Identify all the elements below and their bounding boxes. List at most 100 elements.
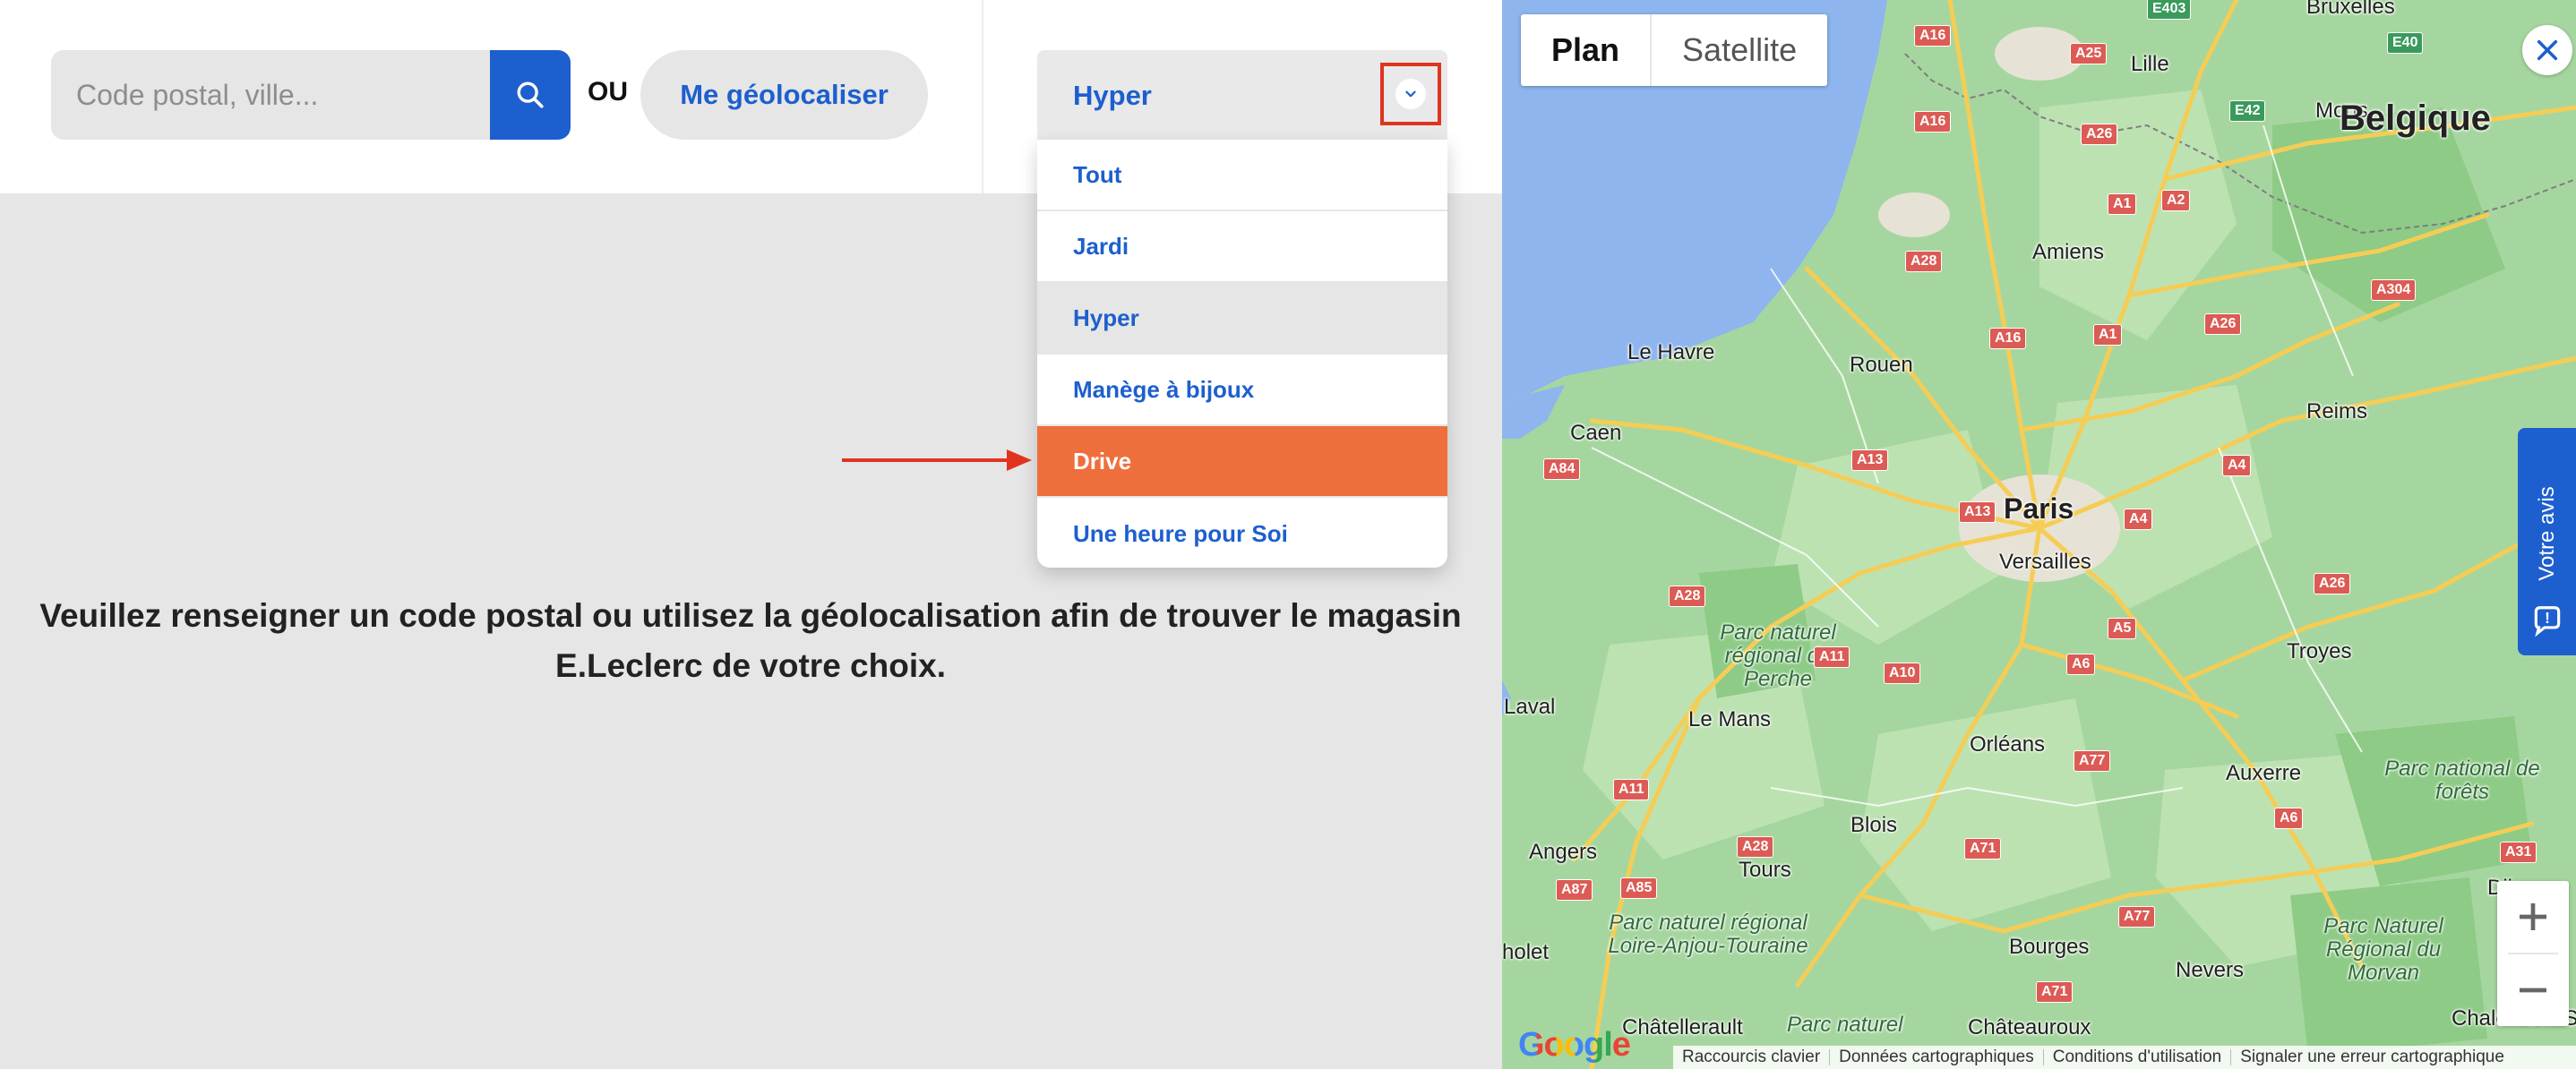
map-label-parc-morvan: Parc Naturel Régional du Morvan — [2323, 914, 2443, 985]
close-map-button[interactable] — [2522, 25, 2572, 75]
map-label-blois: Blois — [1850, 813, 1898, 837]
zoom-out-button[interactable] — [2497, 954, 2569, 1026]
dropdown-option-manege-a-bijoux[interactable]: Manège à bijoux — [1037, 355, 1447, 426]
road-shield: A26 — [2314, 573, 2351, 594]
map-label-chatellerault: Châtellerault — [1622, 1015, 1743, 1039]
map-label-troyes: Troyes — [2287, 639, 2352, 663]
road-shield: A10 — [1884, 663, 1921, 684]
store-type-dropdown: Tout Jardi Hyper Manège à bijoux Drive U… — [1037, 140, 1447, 568]
map-data-link[interactable]: Données cartographiques — [1830, 1048, 2043, 1067]
map-label-auxerre: Auxerre — [2226, 761, 2302, 785]
road-shield: A4 — [2124, 509, 2153, 530]
search-icon — [517, 81, 544, 108]
map-label-rouen: Rouen — [1850, 353, 1913, 377]
road-shield: E40 — [2387, 32, 2424, 54]
feedback-label: Votre avis — [2535, 486, 2559, 581]
road-shield: A13 — [1851, 449, 1889, 471]
map-type-satellite[interactable]: Satellite — [1652, 14, 1827, 86]
terms-link[interactable]: Conditions d'utilisation — [2044, 1048, 2230, 1067]
map-label-le-havre: Le Havre — [1627, 340, 1715, 364]
map-label-bourges: Bourges — [2009, 935, 2090, 959]
map-label-lille: Lille — [2131, 52, 2169, 76]
road-shield: A2 — [2161, 190, 2191, 211]
map-label-chateauroux: Châteauroux — [1968, 1015, 2091, 1039]
road-shield: A77 — [2074, 750, 2111, 772]
instruction-line-2: E.Leclerc de votre choix. — [555, 647, 946, 684]
search-button[interactable] — [490, 50, 571, 140]
minus-icon — [2520, 988, 2546, 993]
chat-bubble-icon: ! — [2534, 606, 2561, 637]
road-shield: A16 — [1914, 25, 1952, 47]
road-shield: A304 — [2371, 279, 2417, 301]
map-attribution: Raccourcis clavier Données cartographiqu… — [1673, 1046, 2576, 1069]
road-shield: A6 — [2274, 808, 2304, 829]
road-shield: A84 — [1543, 458, 1581, 480]
feedback-tab[interactable]: Votre avis ! — [2518, 428, 2576, 655]
road-shield: A1 — [2108, 193, 2137, 215]
road-shield: A28 — [1669, 586, 1706, 607]
map-label-orleans: Orléans — [1970, 732, 2046, 757]
instruction-message: Veuillez renseigner un code postal ou ut… — [36, 591, 1465, 691]
store-locator-panel: OU Me géolocaliser Hyper Tout Jardi Hype… — [0, 0, 1502, 1069]
road-shield: A1 — [2093, 324, 2123, 346]
dropdown-option-une-heure-pour-soi[interactable]: Une heure pour Soi — [1037, 498, 1447, 568]
road-shield: A4 — [2222, 455, 2252, 476]
map-type-plan[interactable]: Plan — [1521, 14, 1653, 86]
road-shield: E403 — [2147, 0, 2192, 20]
road-shield: A25 — [2070, 43, 2108, 64]
road-shield: A87 — [1556, 879, 1593, 901]
chevron-down-icon[interactable] — [1395, 79, 1426, 109]
road-shield: A6 — [2066, 654, 2096, 675]
map-label-le-mans: Le Mans — [1688, 707, 1772, 731]
road-shield: A77 — [2118, 906, 2156, 928]
map-label-nevers: Nevers — [2176, 958, 2245, 982]
zoom-in-button[interactable] — [2497, 881, 2569, 953]
store-type-selected: Hyper — [1073, 80, 1152, 111]
road-shield: A16 — [1989, 328, 2027, 349]
road-shield: A31 — [2500, 842, 2537, 863]
map-label-parc-loire: Parc naturel régional Loire-Anjou-Tourai… — [1608, 911, 1808, 958]
zoom-control — [2497, 881, 2569, 1026]
road-shield: A11 — [1814, 646, 1850, 668]
google-logo-text: Google — [1518, 1026, 1631, 1064]
road-shield: A11 — [1613, 779, 1650, 800]
arrow-right-icon — [842, 449, 1032, 471]
map-label-paris: Paris — [2004, 492, 2074, 525]
map-canvas — [1502, 0, 2576, 1069]
dropdown-option-hyper[interactable]: Hyper — [1037, 283, 1447, 355]
map-label-angers: Angers — [1529, 840, 1598, 864]
store-type-select[interactable]: Hyper — [1037, 50, 1447, 140]
instruction-line-1: Veuillez renseigner un code postal ou ut… — [39, 597, 1462, 634]
road-shield: A13 — [1959, 501, 1996, 523]
map[interactable]: Bruxelles Lille Mons Belgique Amiens Le … — [1502, 0, 2576, 1069]
close-icon — [2537, 39, 2558, 61]
road-shield: A16 — [1914, 111, 1952, 133]
map-label-belgique: Belgique — [2340, 98, 2491, 138]
plus-icon — [2520, 903, 2546, 930]
dropdown-option-drive[interactable]: Drive — [1037, 426, 1447, 498]
road-shield: A85 — [1620, 877, 1658, 899]
map-label-versailles: Versailles — [1999, 550, 2091, 574]
search-input[interactable] — [51, 50, 490, 140]
map-label-laval: Laval — [1504, 695, 1556, 719]
map-label-tours: Tours — [1739, 858, 1791, 882]
map-label-reims: Reims — [2306, 399, 2368, 423]
geolocate-button[interactable]: Me géolocaliser — [640, 50, 928, 140]
road-shield: A5 — [2108, 618, 2137, 639]
road-shield: E42 — [2229, 100, 2266, 122]
road-shield: A71 — [2036, 981, 2074, 1003]
dropdown-option-tout[interactable]: Tout — [1037, 140, 1447, 211]
dropdown-option-jardi[interactable]: Jardi — [1037, 211, 1447, 283]
road-shield: A26 — [2081, 124, 2118, 145]
keyboard-shortcuts-link[interactable]: Raccourcis clavier — [1673, 1048, 1829, 1067]
map-type-control: Plan Satellite — [1521, 14, 1828, 86]
report-error-link[interactable]: Signaler une erreur cartographique — [2231, 1048, 2513, 1067]
map-label-parc-forets: Parc national de forêts — [2384, 757, 2540, 804]
map-label-amiens: Amiens — [2032, 240, 2105, 264]
map-label-caen: Caen — [1570, 421, 1622, 445]
road-shield: A26 — [2204, 313, 2242, 335]
or-label: OU — [588, 77, 628, 107]
map-label-bruxelles: Bruxelles — [2306, 0, 2395, 19]
divider — [982, 0, 983, 193]
google-logo[interactable]: Google — [1518, 1026, 1631, 1065]
